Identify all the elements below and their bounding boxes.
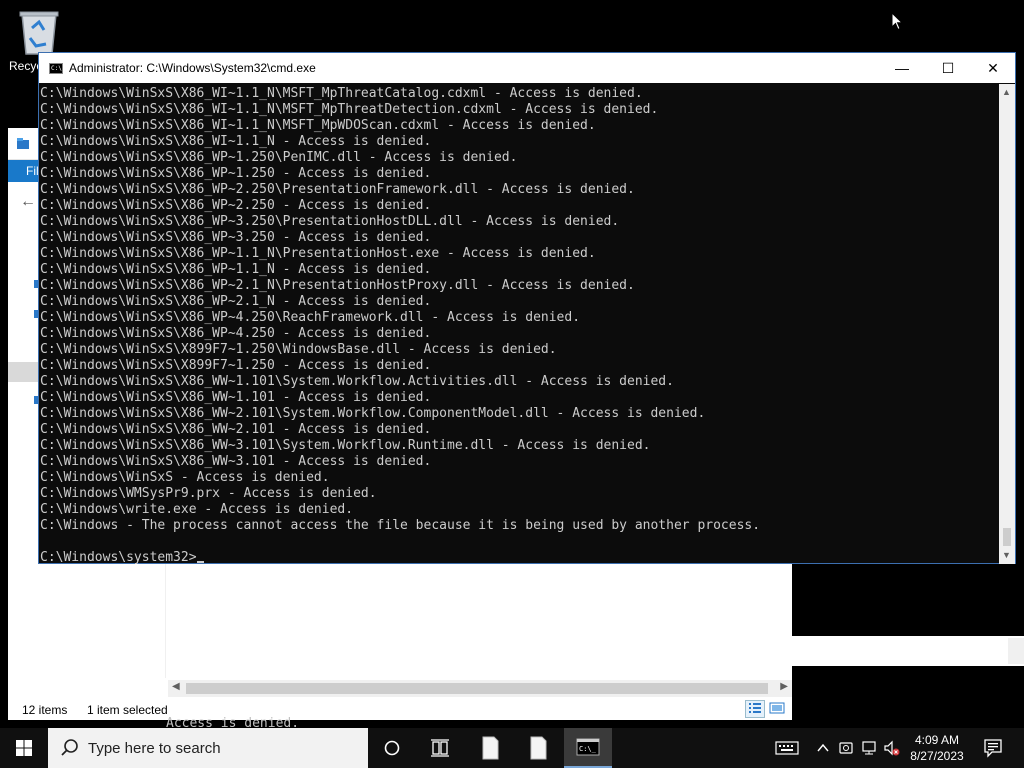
document-icon [530,736,547,760]
console-line: C:\Windows\WinSxS\X86_WI~1.1_N\MSFT_MpWD… [40,118,596,133]
console-line: C:\Windows\write.exe - Access is denied. [40,502,354,517]
console-line: C:\Windows\WinSxS - Access is denied. [40,470,330,485]
close-button[interactable]: ✕ [970,53,1016,83]
start-button[interactable] [0,728,48,768]
cmd-icon: C:\_ [576,738,600,756]
chevron-up-icon[interactable] [816,738,830,758]
cmd-window-title: Administrator: C:\Windows\System32\cmd.e… [69,61,316,75]
minimize-button[interactable]: — [879,53,925,83]
console-line: C:\Windows\WinSxS\X86_WP~4.250\ReachFram… [40,310,581,325]
notifications-icon[interactable] [982,737,1004,759]
clock-date: 8/27/2023 [910,749,964,763]
svg-text:C:\_: C:\_ [579,745,597,753]
large-icons-view-icon[interactable] [767,700,787,718]
mouse-cursor-icon [891,12,903,31]
nav-selected-item[interactable] [8,362,40,382]
taskbar-file-1[interactable] [466,728,514,768]
scroll-left-icon[interactable]: ◀ [172,681,180,692]
task-view-button[interactable] [416,728,464,768]
explorer-app-icon [17,138,29,149]
media-icon[interactable] [838,738,854,758]
taskbar-clock[interactable]: 4:09 AM 8/27/2023 [900,732,974,764]
console-line: C:\Windows\system32> [40,550,999,564]
maximize-button[interactable]: ☐ [925,53,971,83]
taskbar-file-2[interactable] [514,728,562,768]
console-line: C:\Windows\WinSxS\X86_WW~2.101 - Access … [40,422,432,437]
volume-muted-icon[interactable] [883,738,901,758]
network-icon[interactable] [861,738,879,758]
file-ribbon-tab[interactable]: Fil [8,160,38,182]
console-line: C:\Windows\WinSxS\X86_WP~1.250 - Access … [40,166,432,181]
console-line: C:\Windows\WinSxS\X86_WW~1.101\System.Wo… [40,374,674,389]
cmd-app-icon: C:\ [49,63,63,74]
taskbar: Type here to search C:\_ 4:09 AM 8/27/20… [0,728,1024,768]
clock-time: 4:09 AM [914,733,960,747]
horizontal-scrollbar[interactable]: ◀ ▶ [168,680,792,697]
action-center-keyboard-icon[interactable] [775,738,799,758]
taskbar-search-box[interactable]: Type here to search [48,728,368,768]
console-line: C:\Windows\WinSxS\X86_WP~1.1_N\Presentat… [40,246,596,261]
console-line: C:\Windows\WinSxS\X86_WP~4.250 - Access … [40,326,432,341]
windows-logo-icon [16,740,32,756]
taskbar-cmd-button[interactable]: C:\_ [564,728,612,768]
details-view-icon[interactable] [745,700,765,718]
console-line: C:\Windows\WinSxS\X86_WP~2.1_N\Presentat… [40,278,635,293]
item-count: 12 items [22,703,68,717]
vertical-scrollbar[interactable]: ▲ ▼ [999,84,1015,564]
console-line: C:\Windows\WinSxS\X86_WW~3.101 - Access … [40,454,432,469]
task-view-icon [431,739,449,757]
scroll-right-icon[interactable]: ▶ [780,681,788,692]
background-scrollbar [1008,638,1024,664]
search-icon [61,739,78,756]
console-line: C:\Windows\WinSxS\X86_WW~3.101\System.Wo… [40,438,651,453]
scroll-down-icon[interactable]: ▼ [1002,550,1011,560]
console-line: C:\Windows\WMSysPr9.prx - Access is deni… [40,486,377,501]
explorer-title-strip [8,128,38,160]
console-line: C:\Windows\WinSxS\X86_WW~2.101\System.Wo… [40,406,706,421]
console-line: C:\Windows\WinSxS\X86_WI~1.1_N\MSFT_MpTh… [40,102,659,117]
cortana-circle-icon [384,740,400,756]
console-line: C:\Windows\WinSxS\X899F7~1.250\WindowsBa… [40,342,557,357]
console-line: C:\Windows\WinSxS\X899F7~1.250 - Access … [40,358,432,373]
console-line: C:\Windows\WinSxS\X86_WI~1.1_N\MSFT_MpTh… [40,86,643,101]
console-line: C:\Windows\WinSxS\X86_WP~2.250 - Access … [40,198,432,213]
console-line: C:\Windows\WinSxS\X86_WI~1.1_N - Access … [40,134,432,149]
console-line: C:\Windows\WinSxS\X86_WW~1.101 - Access … [40,390,432,405]
recycle-bin-graphic [19,11,59,55]
cmd-titlebar[interactable]: C:\ Administrator: C:\Windows\System32\c… [39,53,1015,83]
status-bar: 12 items 1 item selected [8,698,792,720]
scrollbar-thumb[interactable] [186,683,768,694]
console-line: C:\Windows\WinSxS\X86_WP~3.250\Presentat… [40,214,620,229]
console-line: C:\Windows - The process cannot access t… [40,518,761,533]
search-placeholder: Type here to search [88,740,221,757]
text-cursor [196,561,204,563]
document-icon [482,736,499,760]
console-output[interactable]: C:\Windows\WinSxS\X86_WI~1.1_N\MSFT_MpTh… [39,84,999,564]
console-line: C:\Windows\WinSxS\X86_WP~1.1_N - Access … [40,262,432,277]
console-line: C:\Windows\WinSxS\X86_WP~2.1_N - Access … [40,294,432,309]
cmd-window[interactable]: C:\ Administrator: C:\Windows\System32\c… [38,52,1016,564]
vertical-scrollbar-thumb[interactable] [1003,528,1011,546]
background-window-strip [792,636,1024,666]
console-line: C:\Windows\WinSxS\X86_WP~3.250 - Access … [40,230,432,245]
cortana-button[interactable] [368,728,416,768]
console-line: C:\Windows\WinSxS\X86_WP~2.250\Presentat… [40,182,635,197]
selection-count: 1 item selected [87,703,168,717]
console-line: C:\Windows\WinSxS\X86_WP~1.250\PenIMC.dl… [40,150,518,165]
scroll-up-icon[interactable]: ▲ [1002,87,1011,97]
